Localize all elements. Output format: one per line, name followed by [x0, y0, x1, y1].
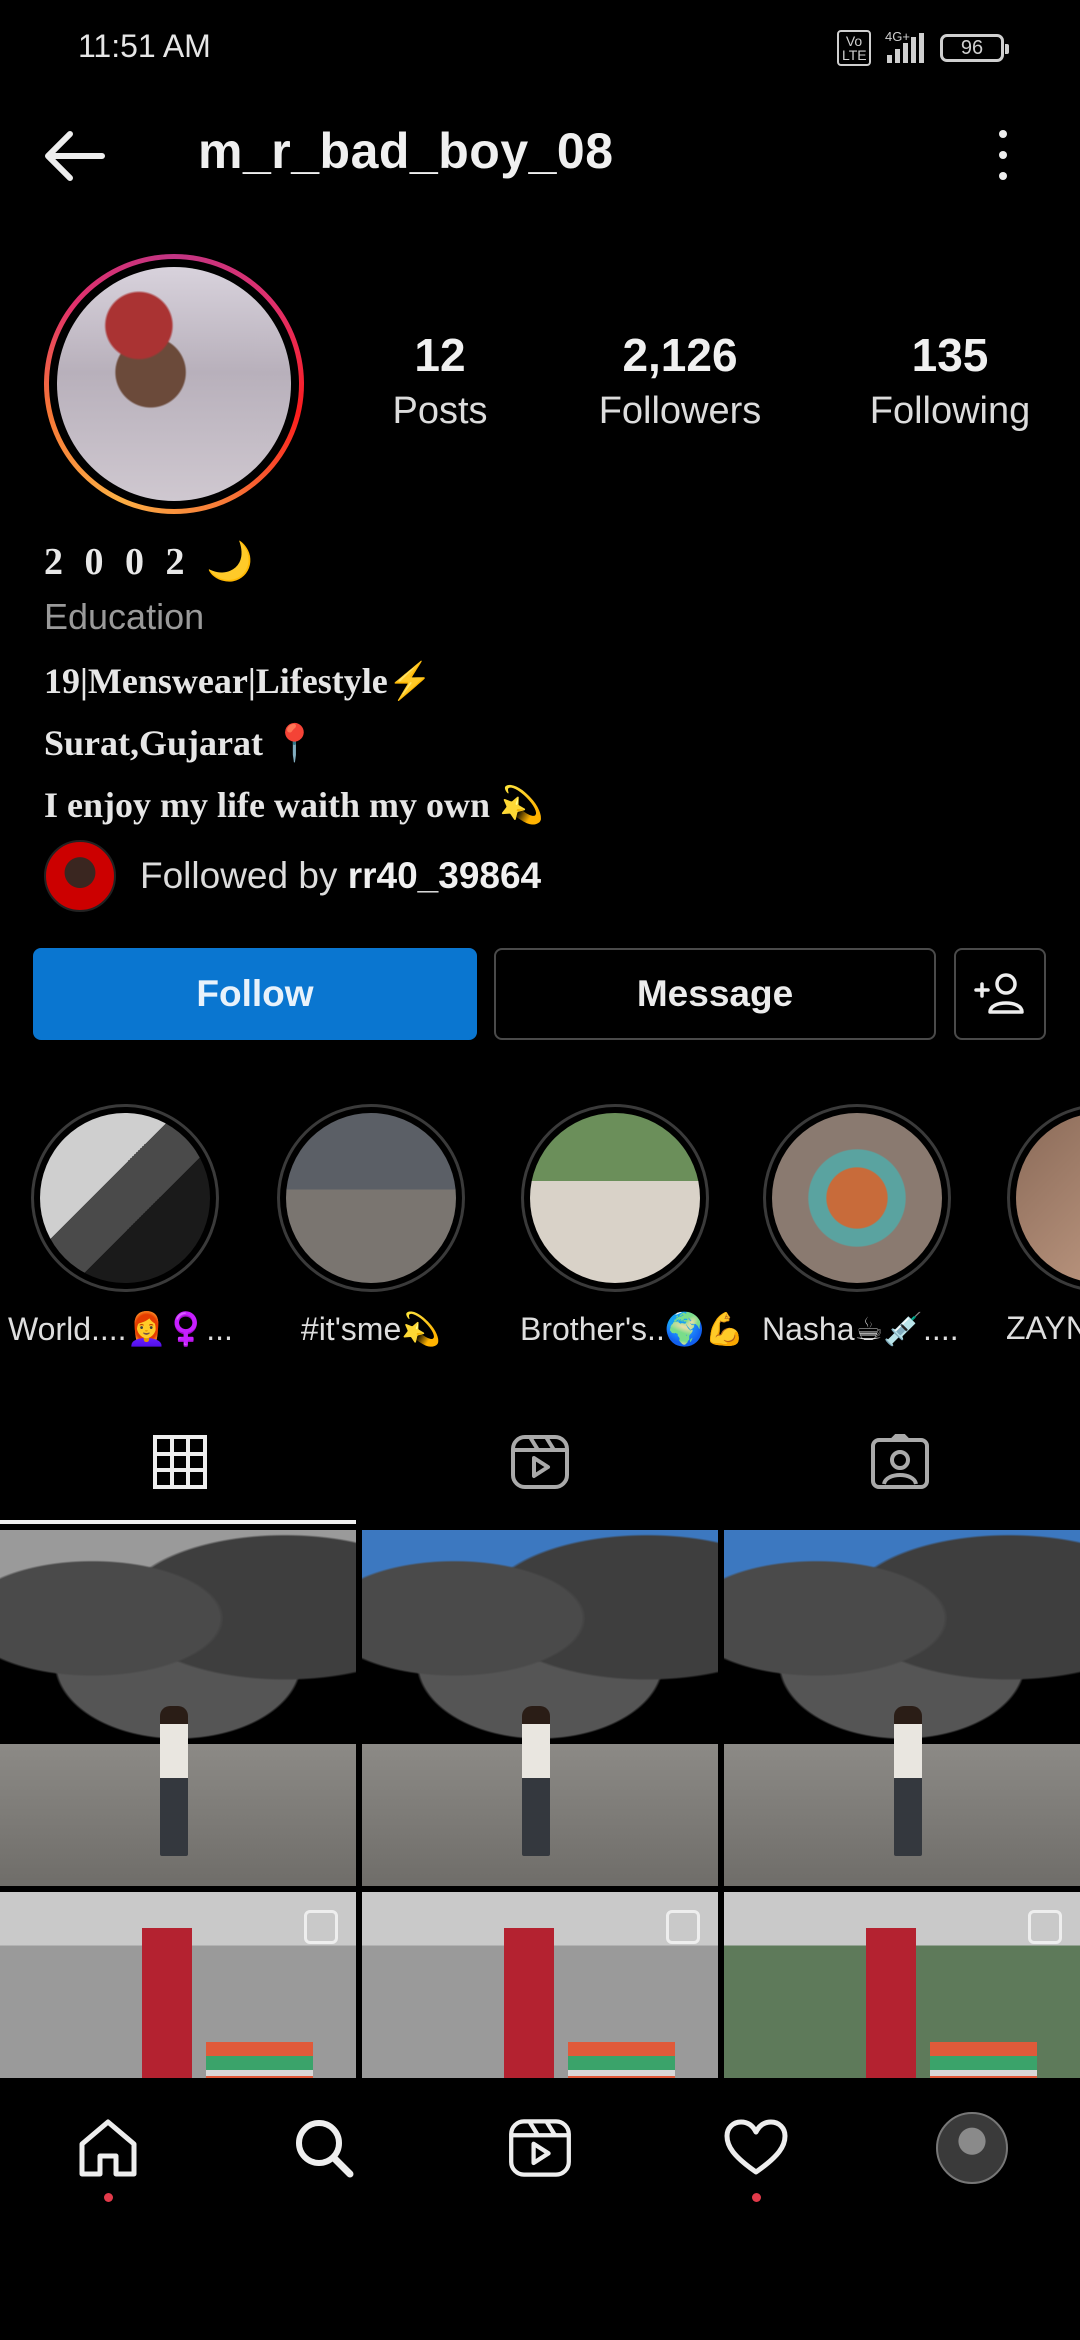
back-button[interactable]	[40, 128, 110, 184]
bottom-navigation	[0, 2078, 1080, 2218]
nav-home[interactable]	[68, 2108, 148, 2202]
suggested-users-button[interactable]	[954, 948, 1046, 1040]
tab-posts-grid[interactable]	[0, 1400, 360, 1524]
highlight-cover	[772, 1113, 942, 1283]
notification-dot	[752, 2193, 761, 2202]
nav-profile[interactable]	[932, 2108, 1012, 2188]
highlight-item[interactable]: World....👩‍🦰♀️...	[8, 1104, 233, 1348]
profile-topbar: m_r_bad_boy_08	[0, 110, 1080, 200]
profile-stats: 12 Posts 2,126 Followers 135 Following	[380, 328, 1040, 433]
followed-by-text: Followed by rr40_39864	[140, 855, 542, 896]
signal-icon: 4G+	[885, 29, 924, 63]
post-thumbnail[interactable]	[0, 1892, 356, 2078]
home-icon	[79, 2119, 137, 2177]
profile-username: m_r_bad_boy_08	[198, 123, 614, 179]
volte-icon: Vo LTE	[837, 30, 871, 66]
highlight-label: Nasha☕💉....	[762, 1311, 959, 1347]
post-thumbnail[interactable]	[362, 1892, 718, 2078]
highlight-cover	[286, 1113, 456, 1283]
stat-value: 12	[414, 329, 466, 381]
notification-dot	[104, 2193, 113, 2202]
follower-avatar	[44, 840, 116, 912]
highlight-cover	[530, 1113, 700, 1283]
status-time: 11:51 AM	[78, 28, 211, 64]
carousel-icon	[1028, 1910, 1062, 1944]
stat-posts[interactable]: 12 Posts	[380, 328, 500, 433]
highlight-item[interactable]: ZAYN	[1006, 1104, 1080, 1347]
profile-category: Education	[44, 596, 205, 637]
arrow-left-icon	[45, 131, 105, 181]
heart-icon	[724, 2119, 788, 2175]
highlight-item[interactable]: Brother's..🌍💪	[520, 1104, 745, 1348]
highlight-label: World....👩‍🦰♀️...	[8, 1311, 233, 1347]
tab-tagged[interactable]	[720, 1400, 1080, 1524]
post-thumbnail[interactable]	[724, 1530, 1080, 1886]
bio-line: Surat,Gujarat 📍	[44, 723, 317, 763]
stat-label: Following	[869, 390, 1031, 432]
profile-avatar[interactable]	[44, 254, 304, 514]
reels-icon	[509, 2119, 571, 2177]
post-thumbnail[interactable]	[0, 1530, 356, 1886]
highlight-item[interactable]: #it'sme💫	[276, 1104, 466, 1348]
status-bar: 11:51 AM Vo LTE 4G+ 96	[0, 0, 1080, 100]
network-type: 4G+	[885, 29, 910, 44]
more-options-icon[interactable]	[996, 130, 1010, 180]
nav-reels[interactable]	[500, 2108, 580, 2188]
stat-value: 2,126	[622, 329, 738, 381]
battery-icon: 96	[940, 34, 1009, 62]
follow-button[interactable]: Follow	[33, 948, 477, 1040]
stat-followers[interactable]: 2,126 Followers	[590, 328, 770, 433]
nav-search[interactable]	[284, 2108, 364, 2188]
profile-bio: 2 0 0 2 🌙 Education 19|Menswear|Lifestyl…	[44, 540, 1044, 832]
post-thumbnail[interactable]	[362, 1530, 718, 1886]
nav-activity[interactable]	[716, 2108, 796, 2202]
search-icon	[296, 2120, 354, 2178]
tab-reels[interactable]	[360, 1400, 720, 1524]
add-user-icon	[974, 973, 1024, 1014]
stat-label: Followers	[598, 390, 762, 432]
carousel-icon	[304, 1910, 338, 1944]
highlight-label: Brother's..🌍💪	[520, 1311, 745, 1347]
bio-line: I enjoy my life waith my own 💫	[44, 785, 544, 825]
story-highlights: World....👩‍🦰♀️... #it'sme💫 Brother's..🌍💪…	[0, 1104, 1080, 1354]
post-thumbnail[interactable]	[724, 1892, 1080, 2078]
posts-grid	[0, 1530, 1080, 2078]
tagged-user-icon	[871, 1434, 929, 1489]
profile-avatar-icon	[936, 2112, 1008, 2184]
highlight-label: ZAYN	[1006, 1310, 1080, 1346]
highlight-item[interactable]: Nasha☕💉....	[762, 1104, 959, 1348]
status-icons: Vo LTE 4G+ 96	[837, 29, 1009, 66]
stat-value: 135	[911, 329, 989, 381]
highlight-cover	[1016, 1113, 1080, 1283]
carousel-icon	[666, 1910, 700, 1944]
stat-label: Posts	[392, 390, 488, 432]
message-button[interactable]: Message	[494, 948, 936, 1040]
bio-line: 19|Menswear|Lifestyle⚡	[44, 661, 433, 701]
grid-icon	[153, 1435, 207, 1489]
followed-by-user: rr40_39864	[347, 855, 542, 896]
profile-tabs	[0, 1400, 1080, 1524]
profile-name: 2 0 0 2 🌙	[44, 541, 260, 583]
followed-by[interactable]: Followed by rr40_39864	[44, 840, 541, 912]
stat-following[interactable]: 135 Following	[860, 328, 1040, 433]
highlight-cover	[40, 1113, 210, 1283]
highlight-label: #it'sme💫	[300, 1311, 442, 1347]
reels-icon	[511, 1435, 569, 1489]
